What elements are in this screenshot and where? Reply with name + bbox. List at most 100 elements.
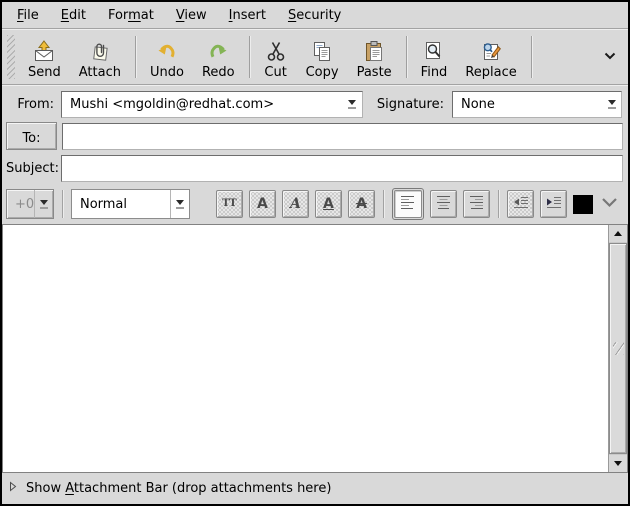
replace-icon [479,40,503,64]
find-icon [422,40,446,64]
paste-label: Paste [357,65,392,80]
menu-insert[interactable]: Insert [218,4,277,27]
menu-bar: File Edit Format View Insert Security [2,2,628,29]
typewriter-icon: TT [222,199,237,209]
scrollbar-thumb[interactable] [609,243,627,454]
replace-button[interactable]: Replace [456,32,525,82]
expander-triangle-icon [9,481,17,496]
combo-arrow-icon [602,100,621,109]
paragraph-style-value: Normal [72,190,170,218]
paste-icon [362,40,386,64]
message-body-input[interactable] [3,225,608,472]
menu-edit[interactable]: Edit [50,4,97,27]
from-select[interactable]: Mushi <mgoldin@redhat.com> [61,91,363,118]
combo-arrow-icon [170,190,189,218]
signature-label: Signature: [363,97,452,112]
from-value: Mushi <mgoldin@redhat.com> [70,97,343,112]
format-toolbar: +0 Normal TT A A A A [2,184,628,224]
replace-label: Replace [465,65,516,80]
toolbar-drag-handle[interactable] [7,35,15,79]
redo-label: Redo [202,65,235,80]
toolbar-separator [406,36,407,78]
subject-row: Subject: [6,154,623,182]
strikethrough-icon: A [356,197,367,211]
signature-value: None [461,97,602,112]
underline-button: A [315,190,342,218]
scrollbar-track[interactable] [609,242,627,455]
font-size-select: +0 [6,189,54,219]
redo-button[interactable]: Redo [193,32,244,82]
indent-button[interactable] [540,190,567,218]
chevron-down-icon [601,197,618,212]
to-row: To: [6,122,623,150]
scroll-up-button[interactable] [609,225,627,242]
align-right-icon [469,194,485,214]
header-fields: From: Mushi <mgoldin@redhat.com> Signatu… [2,85,628,184]
bold-icon: A [257,197,268,211]
attachment-bar-toggle[interactable]: Show Attachment Bar (drop attachments he… [2,473,628,504]
vertical-scrollbar[interactable] [608,225,627,472]
menu-view[interactable]: View [165,4,218,27]
toolbar-separator [531,36,532,78]
font-color-swatch[interactable] [573,195,593,214]
from-row: From: Mushi <mgoldin@redhat.com> Signatu… [6,90,623,118]
format-overflow-button[interactable] [599,195,620,214]
menu-file[interactable]: File [6,4,50,27]
to-input[interactable] [62,123,623,150]
strikethrough-button: A [348,190,375,218]
align-center-button[interactable] [430,190,457,218]
paragraph-style-select[interactable]: Normal [71,189,190,219]
compose-window: File Edit Format View Insert Security Se… [0,0,630,506]
undo-icon [155,40,179,64]
subject-label: Subject: [6,161,61,176]
attach-icon [88,40,112,64]
cut-button[interactable]: Cut [255,32,297,82]
undo-label: Undo [150,65,184,80]
cut-icon [264,40,288,64]
arrow-up-icon [614,231,622,236]
toolbar-separator [249,36,250,78]
typewriter-button: TT [216,190,243,218]
toolbar-overflow-button[interactable] [600,45,620,68]
scroll-down-button[interactable] [609,455,627,472]
italic-button: A [282,190,309,218]
copy-button[interactable]: Copy [297,32,348,82]
format-separator [383,190,384,218]
undo-button[interactable]: Undo [141,32,193,82]
italic-icon: A [290,197,301,211]
menu-format-label: For [108,8,128,23]
signature-select[interactable]: None [452,91,622,118]
unindent-icon [513,194,529,214]
send-button[interactable]: Send [19,32,70,82]
subject-input[interactable] [61,155,623,182]
align-left-button[interactable] [394,190,422,218]
bold-button: A [249,190,276,218]
format-separator [498,190,499,218]
align-left-icon [400,194,416,214]
to-button[interactable]: To: [6,122,57,150]
find-button[interactable]: Find [412,32,457,82]
cut-label: Cut [264,65,286,80]
copy-label: Copy [306,65,339,80]
from-label: From: [6,97,61,112]
menu-security[interactable]: Security [277,4,352,27]
unindent-button [507,190,534,218]
redo-icon [206,40,230,64]
send-icon [32,40,56,64]
combo-arrow-icon [34,190,53,218]
main-toolbar: Send Attach Undo [2,29,628,85]
menu-format[interactable]: Format [97,4,165,27]
send-label: Send [28,65,61,80]
find-label: Find [421,65,448,80]
arrow-down-icon [614,461,622,466]
message-body-area [2,224,628,473]
align-center-icon [436,194,452,214]
align-left-frame [392,188,424,220]
toolbar-separator [135,36,136,78]
font-size-value: +0 [7,190,34,218]
grip-icon [613,342,624,355]
attach-button[interactable]: Attach [70,32,130,82]
combo-arrow-icon [343,100,362,109]
paste-button[interactable]: Paste [348,32,401,82]
align-right-button[interactable] [463,190,490,218]
